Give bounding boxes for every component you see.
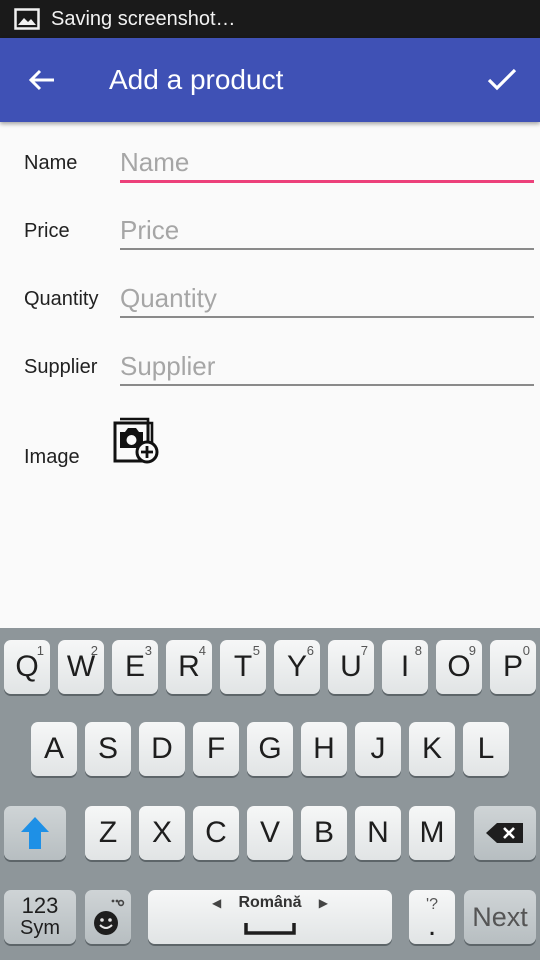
key-e[interactable]: E3 — [112, 640, 158, 694]
next-key[interactable]: Next — [464, 890, 536, 944]
app-bar: Add a product — [0, 38, 540, 122]
supplier-label: Supplier — [24, 356, 98, 378]
price-input[interactable] — [120, 208, 534, 252]
key-g[interactable]: G — [247, 722, 293, 776]
key-p[interactable]: P0 — [490, 640, 536, 694]
keyboard: Q1 W2 E3 R4 T5 Y6 U7 I8 O9 P0 A S D F G … — [0, 628, 540, 960]
emoji-icon — [94, 899, 125, 935]
key-c[interactable]: C — [193, 806, 239, 860]
save-button[interactable] — [482, 60, 522, 100]
quantity-label: Quantity — [24, 288, 99, 310]
key-w[interactable]: W2 — [58, 640, 104, 694]
space-key[interactable]: ◀ Română ▶ — [148, 890, 392, 944]
lang-next-icon: ▶ — [318, 896, 328, 910]
shift-key[interactable] — [4, 806, 66, 860]
language-label: Română — [238, 894, 302, 911]
checkmark-icon — [487, 68, 517, 91]
key-z[interactable]: Z — [85, 806, 131, 860]
price-row: Price — [0, 208, 540, 268]
key-r[interactable]: R4 — [166, 640, 212, 694]
key-x[interactable]: X — [139, 806, 185, 860]
name-row: Name — [0, 140, 540, 200]
key-s[interactable]: S — [85, 722, 131, 776]
price-label: Price — [24, 220, 70, 242]
supplier-input[interactable] — [120, 344, 534, 388]
punctuation-key[interactable]: '? . — [409, 890, 455, 944]
key-d[interactable]: D — [139, 722, 185, 776]
supplier-row: Supplier — [0, 344, 540, 404]
add-photo-icon[interactable] — [112, 416, 162, 466]
key-i[interactable]: I8 — [382, 640, 428, 694]
key-v[interactable]: V — [247, 806, 293, 860]
key-b[interactable]: B — [301, 806, 347, 860]
supplier-underline — [120, 384, 534, 386]
key-l[interactable]: L — [463, 722, 509, 776]
key-u[interactable]: U7 — [328, 640, 374, 694]
name-underline — [120, 180, 534, 183]
key-y[interactable]: Y6 — [274, 640, 320, 694]
name-label: Name — [24, 152, 78, 174]
key-n[interactable]: N — [355, 806, 401, 860]
symbols-key[interactable]: 123 Sym — [4, 890, 76, 944]
key-q[interactable]: Q1 — [4, 640, 50, 694]
key-o[interactable]: O9 — [436, 640, 482, 694]
status-bar: Saving screenshot… — [0, 0, 540, 38]
key-f[interactable]: F — [193, 722, 239, 776]
shift-arrow-icon — [21, 817, 49, 849]
quantity-row: Quantity — [0, 276, 540, 336]
backspace-icon — [486, 823, 523, 843]
quantity-input[interactable] — [120, 276, 534, 320]
arrow-back-icon — [28, 69, 54, 91]
status-text: Saving screenshot… — [51, 7, 236, 30]
name-input[interactable] — [120, 140, 534, 184]
backspace-key[interactable] — [474, 806, 536, 860]
image-icon — [14, 8, 40, 30]
key-h[interactable]: H — [301, 722, 347, 776]
quantity-underline — [120, 316, 534, 318]
key-k[interactable]: K — [409, 722, 455, 776]
back-button[interactable] — [22, 62, 62, 98]
key-a[interactable]: A — [31, 722, 77, 776]
key-t[interactable]: T5 — [220, 640, 266, 694]
page-title: Add a product — [109, 64, 284, 95]
price-underline — [120, 248, 534, 250]
emoji-key[interactable] — [85, 890, 131, 944]
space-bar-icon — [244, 923, 296, 935]
image-label: Image — [24, 446, 80, 468]
key-j[interactable]: J — [355, 722, 401, 776]
key-m[interactable]: M — [409, 806, 455, 860]
